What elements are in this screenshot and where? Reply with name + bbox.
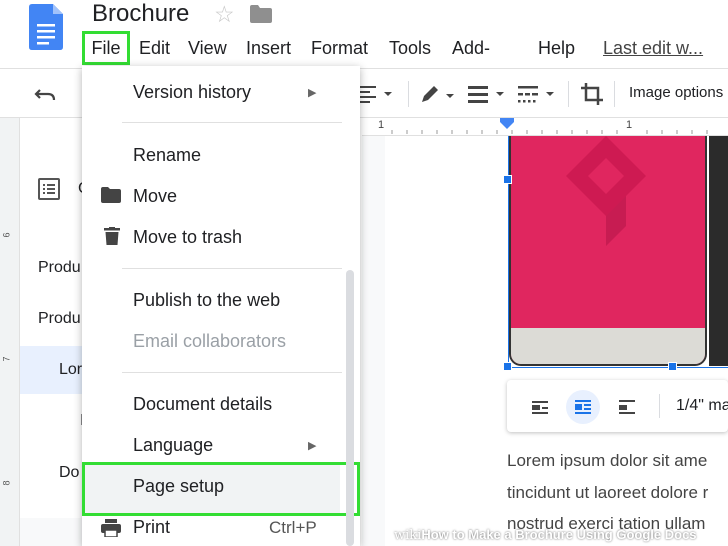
- watermark-text: How to Make a Brochure Using Google Docs: [421, 527, 697, 542]
- menu-file[interactable]: File: [82, 31, 130, 65]
- menu-item-email-collaborators: Email collaborators: [133, 331, 287, 351]
- pen-color-icon[interactable]: [420, 84, 458, 104]
- menu-item-version-history[interactable]: Version history: [133, 82, 251, 103]
- ruler-tick-label: 6: [1, 232, 12, 238]
- border-dash-icon[interactable]: [518, 84, 558, 104]
- watermark-prefix: wiki: [394, 528, 422, 543]
- border-weight-icon[interactable]: [468, 84, 508, 104]
- margin-dropdown[interactable]: 1/4" ma: [676, 397, 728, 415]
- crop-icon[interactable]: [580, 82, 604, 106]
- folder-icon: [101, 187, 121, 203]
- ruler-tick-label: 8: [1, 480, 12, 486]
- submenu-arrow-icon: ▶: [308, 440, 317, 452]
- ruler-tick-label: 1: [626, 119, 633, 131]
- selection-border: [508, 136, 509, 368]
- inline-wrap-button[interactable]: [523, 390, 557, 424]
- wrap-inline-icon: [532, 401, 548, 414]
- wikihow-watermark: wikiHow to Make a Brochure Using Google …: [394, 527, 697, 545]
- folder-icon[interactable]: [250, 5, 272, 23]
- menu-item-document-details[interactable]: Document details: [133, 394, 272, 415]
- trash-icon: [104, 227, 120, 245]
- menu-help[interactable]: Help: [538, 34, 575, 62]
- toolbar-divider: [408, 81, 409, 107]
- menu-format[interactable]: Format: [311, 34, 368, 62]
- submenu-arrow-icon: ▶: [308, 87, 317, 99]
- selection-border: [508, 367, 728, 368]
- menu-item-rename[interactable]: Rename: [133, 145, 201, 166]
- wrap-text-icon: [575, 400, 591, 414]
- image-wrap-toolbar: 1/4" ma: [507, 380, 728, 432]
- brochure-image-2[interactable]: [709, 136, 728, 366]
- menu-scrollbar[interactable]: [346, 270, 354, 546]
- break-text-icon: [619, 400, 635, 414]
- image-bottom-band: [511, 328, 705, 364]
- printer-icon: [101, 519, 121, 537]
- outline-icon[interactable]: [38, 178, 60, 200]
- image-options-button[interactable]: Image options: [629, 84, 723, 101]
- menu-divider: [122, 372, 342, 373]
- brochure-image[interactable]: [509, 136, 707, 366]
- resize-handle[interactable]: [503, 362, 512, 371]
- horizontal-ruler: 1 1: [362, 118, 728, 136]
- ruler-ticks: [391, 118, 708, 134]
- resize-handle[interactable]: [668, 362, 677, 371]
- toolbar-divider: [568, 81, 569, 107]
- star-icon[interactable]: ☆: [214, 1, 235, 28]
- menu-view[interactable]: View: [188, 34, 227, 62]
- menu-divider: [122, 268, 342, 269]
- resize-handle[interactable]: [503, 175, 512, 184]
- image-toolbar-divider: [659, 394, 660, 418]
- menu-tools[interactable]: Tools: [389, 34, 431, 62]
- align-icon[interactable]: [358, 84, 396, 104]
- body-text-line[interactable]: Lorem ipsum dolor sit ame: [507, 451, 707, 471]
- menu-item-move[interactable]: Move: [133, 186, 177, 207]
- document-title[interactable]: Brochure: [92, 0, 189, 28]
- menu-divider: [122, 122, 342, 123]
- print-shortcut: Ctrl+P: [269, 518, 317, 537]
- menu-insert[interactable]: Insert: [246, 34, 291, 62]
- page-setup-highlight-box: [82, 462, 360, 516]
- toolbar-divider: [614, 81, 615, 107]
- logo-shape-icon: [566, 136, 646, 246]
- last-edit-link[interactable]: Last edit w...: [603, 34, 703, 62]
- ruler-tick-label: 1: [378, 119, 385, 131]
- google-docs-icon[interactable]: [29, 4, 63, 50]
- break-text-button[interactable]: [610, 390, 644, 424]
- wrap-text-button[interactable]: [566, 390, 600, 424]
- menu-item-print[interactable]: Print: [133, 517, 170, 538]
- body-text-line[interactable]: tincidunt ut laoreet dolore r: [507, 483, 708, 503]
- menu-item-publish-to-web[interactable]: Publish to the web: [133, 290, 280, 311]
- ruler-tick-label: 7: [1, 356, 12, 362]
- undo-icon[interactable]: [34, 84, 56, 104]
- indent-marker-icon: [500, 122, 514, 129]
- menu-item-language[interactable]: Language: [133, 435, 213, 456]
- menu-item-move-to-trash[interactable]: Move to trash: [133, 227, 242, 248]
- vertical-ruler: 6 7 8: [0, 118, 20, 546]
- file-menu-dropdown: Version history ▶ Rename Move Move to tr…: [82, 66, 360, 546]
- menu-edit[interactable]: Edit: [139, 34, 170, 62]
